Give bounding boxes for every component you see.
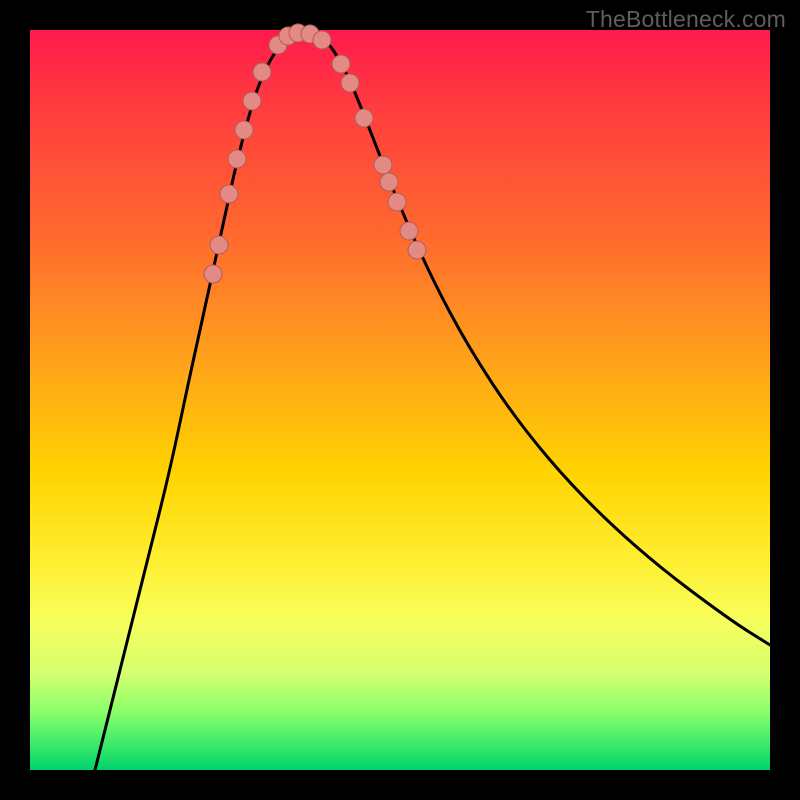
data-dot	[332, 55, 350, 73]
data-dot	[235, 121, 253, 139]
data-dot	[253, 63, 271, 81]
bottleneck-curve	[95, 33, 770, 771]
curve-svg	[30, 30, 770, 770]
data-dot	[355, 109, 373, 127]
plot-area	[30, 30, 770, 770]
data-dot	[408, 241, 426, 259]
watermark-label: TheBottleneck.com	[586, 6, 786, 33]
chart-frame: TheBottleneck.com	[0, 0, 800, 800]
data-dot	[313, 31, 331, 49]
data-dot	[341, 74, 359, 92]
data-dot	[210, 236, 228, 254]
data-dot	[204, 265, 222, 283]
data-dots	[204, 24, 426, 283]
data-dot	[228, 150, 246, 168]
data-dot	[388, 193, 406, 211]
data-dot	[380, 173, 398, 191]
data-dot	[220, 185, 238, 203]
data-dot	[374, 156, 392, 174]
data-dot	[243, 92, 261, 110]
data-dot	[400, 222, 418, 240]
